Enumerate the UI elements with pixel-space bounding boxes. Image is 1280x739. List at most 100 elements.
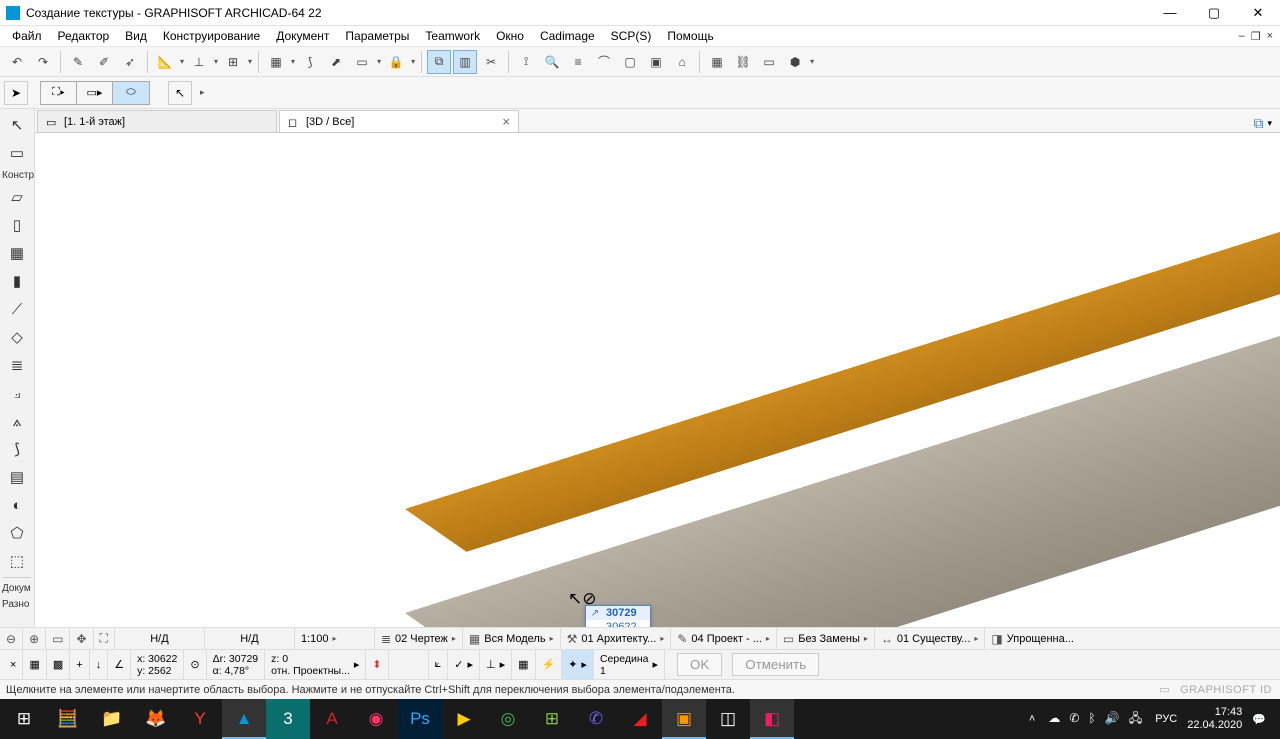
- tray-cloud-icon[interactable]: ☁: [1048, 711, 1060, 725]
- arc2-button[interactable]: ⌒: [592, 50, 616, 74]
- angle-icon[interactable]: ∠: [114, 658, 124, 671]
- task-calc[interactable]: 🧮: [46, 699, 90, 739]
- menu-window[interactable]: Окно: [488, 26, 532, 47]
- chevron-down-icon[interactable]: ▾: [375, 57, 383, 66]
- polar-icon[interactable]: ⊙: [190, 658, 199, 671]
- selmode-partial[interactable]: ⛶▸: [41, 82, 77, 104]
- arrow-tool[interactable]: ➤: [4, 81, 28, 105]
- tabs-overview-icon[interactable]: ⧉: [1253, 115, 1263, 132]
- chevron-down-icon[interactable]: ▾: [409, 57, 417, 66]
- elem1-button[interactable]: ▦: [705, 50, 729, 74]
- tray-volume-icon[interactable]: 🔊: [1105, 711, 1120, 725]
- view-opts[interactable]: Упрощенна...: [1007, 633, 1074, 645]
- chevron-down-icon[interactable]: ▾: [246, 57, 254, 66]
- tray-clock[interactable]: 17:43 22.04.2020: [1187, 706, 1242, 732]
- task-app7[interactable]: ◫: [706, 699, 750, 739]
- dim-style[interactable]: 01 Существу...: [897, 633, 971, 645]
- gravity-icon[interactable]: ↓: [96, 659, 102, 671]
- sheet-button[interactable]: ▭: [350, 50, 374, 74]
- close-coord-icon[interactable]: ×: [10, 659, 16, 671]
- task-explorer[interactable]: 📁: [90, 699, 134, 739]
- elem3-button[interactable]: ▭: [757, 50, 781, 74]
- pan-icon[interactable]: ✥: [76, 632, 86, 646]
- task-acrobat[interactable]: ◢: [618, 699, 662, 739]
- task-app8[interactable]: ◧: [750, 699, 794, 739]
- mdi-restore-icon[interactable]: ❐: [1248, 30, 1264, 43]
- openview-button[interactable]: ▣: [644, 50, 668, 74]
- menu-document[interactable]: Документ: [268, 26, 337, 47]
- marquee-tool-icon[interactable]: ▭: [4, 140, 30, 166]
- origin-icon[interactable]: +: [76, 659, 82, 671]
- home-button[interactable]: ⌂: [670, 50, 694, 74]
- chevron-down-icon[interactable]: ▾: [808, 57, 816, 66]
- tray-chevron-icon[interactable]: ˄: [1029, 713, 1035, 725]
- zoom-in-icon[interactable]: ⊕: [29, 632, 39, 646]
- 3d-button[interactable]: ⬢: [783, 50, 807, 74]
- selmode-full[interactable]: ▭▸: [77, 82, 113, 104]
- chevron-right-icon[interactable]: ▸: [198, 87, 205, 98]
- relative-icon[interactable]: ⟀: [435, 658, 442, 671]
- align-button[interactable]: ≡: [566, 50, 590, 74]
- snap-n[interactable]: 1: [600, 665, 649, 677]
- hint-icon[interactable]: ▭: [1159, 683, 1170, 696]
- start-button[interactable]: ⊞: [2, 699, 46, 739]
- task-app4[interactable]: ⊞: [530, 699, 574, 739]
- zone-tool-icon[interactable]: ⬚: [4, 548, 30, 574]
- chevron-down-icon[interactable]: ▾: [289, 57, 297, 66]
- brand-text[interactable]: GRAPHISOFT ID: [1180, 684, 1272, 696]
- snap-mode-icon[interactable]: ✓: [454, 658, 463, 671]
- close-button[interactable]: ✕: [1236, 0, 1280, 26]
- task-app2[interactable]: ▶: [442, 699, 486, 739]
- object-tool-icon[interactable]: ⬠: [4, 520, 30, 546]
- grid-button[interactable]: ▦: [264, 50, 288, 74]
- snap-button[interactable]: ⊞: [221, 50, 245, 74]
- eyedrop-button[interactable]: ✐: [92, 50, 116, 74]
- undo-button[interactable]: ↶: [5, 50, 29, 74]
- ruler-button[interactable]: 📐: [153, 50, 177, 74]
- graphic-override[interactable]: Без Замены: [798, 633, 860, 645]
- inject-button[interactable]: ➶: [118, 50, 142, 74]
- shell-tool-icon[interactable]: ⟆: [4, 436, 30, 462]
- tab-close-icon[interactable]: ×: [502, 114, 510, 129]
- find-button[interactable]: 🔍: [540, 50, 564, 74]
- mdi-close-icon[interactable]: ×: [1264, 30, 1276, 43]
- measure-button[interactable]: ⟟: [514, 50, 538, 74]
- door-tool-icon[interactable]: ▯: [4, 212, 30, 238]
- model-filter[interactable]: Вся Модель: [484, 633, 545, 645]
- menu-cadimage[interactable]: Cadimage: [532, 26, 603, 47]
- cursor-button[interactable]: ⬈: [324, 50, 348, 74]
- scale-value[interactable]: 1:100: [301, 633, 329, 645]
- pick-button[interactable]: ✎: [66, 50, 90, 74]
- task-app6[interactable]: ▣: [662, 699, 706, 739]
- section-nd-a[interactable]: Н/Д: [150, 633, 168, 645]
- selmode-quick[interactable]: ⬭: [113, 82, 149, 104]
- tray-lang[interactable]: РУС: [1155, 713, 1177, 725]
- constrain-icon[interactable]: ▦: [518, 658, 528, 671]
- lock-button[interactable]: 🔒: [384, 50, 408, 74]
- tray-icons[interactable]: ☁ ✆ ᛒ 🔊 🖧: [1045, 709, 1145, 730]
- task-app1[interactable]: ◉: [354, 699, 398, 739]
- grid-snap-icon[interactable]: ▦: [29, 658, 39, 671]
- zoom-out-icon[interactable]: ⊖: [6, 632, 16, 646]
- slab-tool-icon[interactable]: ◇: [4, 324, 30, 350]
- chevron-down-icon[interactable]: ▾: [212, 57, 220, 66]
- task-archicad[interactable]: ▲: [222, 699, 266, 739]
- tray-notifications-icon[interactable]: 💬: [1252, 713, 1266, 726]
- task-firefox[interactable]: 🦊: [134, 699, 178, 739]
- tab-3d[interactable]: ◻ [3D / Все] ×: [279, 110, 519, 132]
- 3d-viewport[interactable]: ↖⊘ ↗ 30729 ↔ 30622 ↕ 2562: [35, 133, 1280, 627]
- mdi-minimize-icon[interactable]: –: [1236, 30, 1248, 43]
- cut-button[interactable]: ✂: [479, 50, 503, 74]
- section-nd-b[interactable]: Н/Д: [240, 633, 258, 645]
- chevron-right-icon[interactable]: ▸: [354, 658, 360, 671]
- task-viber[interactable]: ✆: [574, 699, 618, 739]
- tab-floorplan[interactable]: ▭ [1. 1-й этаж]: [37, 110, 277, 132]
- menu-help[interactable]: Помощь: [659, 26, 721, 47]
- chevron-down-icon[interactable]: ▾: [178, 57, 186, 66]
- curtain-tool-icon[interactable]: ▤: [4, 464, 30, 490]
- roof-tool-icon[interactable]: ⟑: [4, 408, 30, 434]
- window-tool-icon[interactable]: ▦: [4, 240, 30, 266]
- morph-tool-icon[interactable]: ◐: [4, 492, 30, 518]
- arrow-pick[interactable]: ↖: [168, 81, 192, 105]
- snap-mode-label[interactable]: Середина: [600, 653, 649, 665]
